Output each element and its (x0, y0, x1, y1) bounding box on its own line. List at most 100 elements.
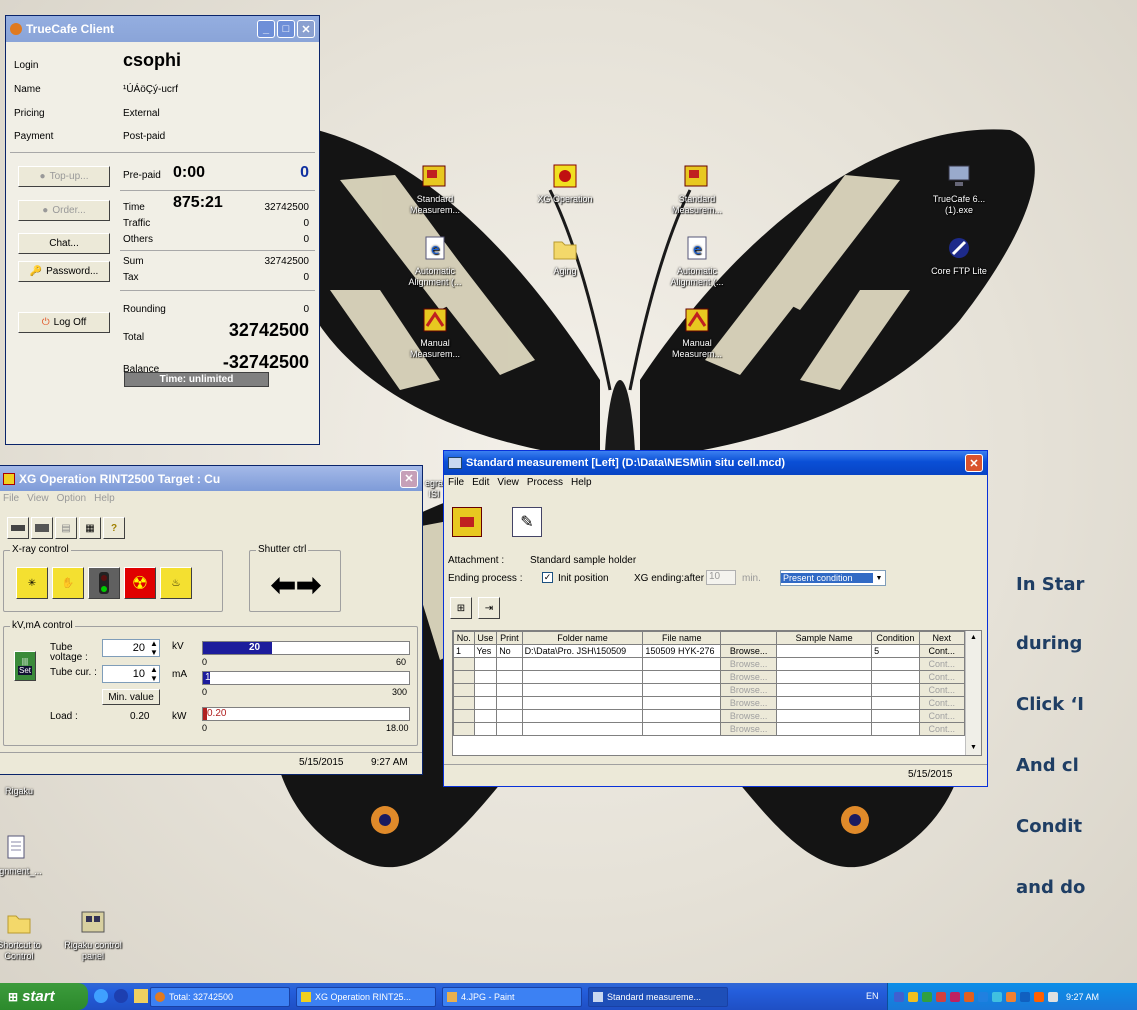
init-position-checkbox[interactable]: ✓ (542, 572, 553, 583)
table-row[interactable]: Browse... Cont... (453, 657, 966, 671)
xg-ending-input[interactable]: 10 (706, 570, 736, 585)
speaker-icon[interactable] (1048, 991, 1058, 1002)
close-button[interactable]: ✕ (965, 454, 983, 472)
media-player-icon[interactable] (114, 989, 128, 1003)
browse-button[interactable]: Browse... (720, 670, 778, 684)
desktop-icon-truecafe-exe[interactable]: TrueCafe 6... (1).exe (922, 160, 996, 216)
browse-button[interactable]: Browse... (720, 644, 778, 658)
scroll-up-icon[interactable]: ▲ (966, 631, 981, 645)
table-row[interactable]: Browse... Cont... (453, 683, 966, 697)
ie-icon[interactable] (94, 989, 108, 1003)
task-standard-measurement[interactable]: Standard measureme... (588, 987, 728, 1007)
properties-icon[interactable]: ▦ (79, 517, 101, 539)
menu-option[interactable]: Option (57, 493, 86, 504)
desktop-icon-manual-measurement[interactable]: Manual Measurem... (398, 304, 472, 360)
browse-button[interactable]: Browse... (720, 709, 778, 723)
browse-button[interactable]: Browse... (720, 657, 778, 671)
menu-help[interactable]: Help (94, 493, 115, 504)
tree-icon[interactable]: ⊞ (450, 597, 472, 619)
desktop-icon-shortcut-control[interactable]: Shortcut to Control (0, 906, 50, 962)
cont-button[interactable]: Cont... (918, 683, 966, 697)
cooling-icon[interactable]: ♨ (160, 567, 192, 599)
table-row[interactable]: 1 Yes No D:\Data\Pro. JSH\150509 150509 … (453, 644, 966, 658)
tray-icon-11[interactable] (1034, 991, 1044, 1002)
tray-icon-9[interactable] (1006, 991, 1016, 1002)
spinner-icon[interactable]: ▲ ▼ (150, 639, 158, 657)
start-button[interactable]: ⊞ start (0, 983, 88, 1010)
cont-button[interactable]: Cont... (918, 709, 966, 723)
cont-button[interactable]: Cont... (918, 644, 966, 658)
cell-file[interactable]: 150509 HYK-276 (642, 644, 722, 658)
tool-2-icon[interactable] (31, 517, 53, 539)
logoff-button[interactable]: ⏻ Log Off (18, 312, 110, 333)
edit-sheet-icon[interactable]: ✎ (512, 507, 542, 537)
menu-view[interactable]: View (497, 477, 519, 488)
help-icon[interactable]: ? (103, 517, 125, 539)
chat-button[interactable]: Chat... (18, 233, 110, 254)
clock[interactable]: 9:27 AM (1066, 992, 1099, 1002)
tray-icon-4[interactable] (936, 991, 946, 1002)
browse-button[interactable]: Browse... (720, 696, 778, 710)
desktop-icon-core-ftp[interactable]: Core FTP Lite (922, 232, 996, 277)
xray-lamp-icon[interactable]: ✳ (16, 567, 48, 599)
cell-sample[interactable] (776, 644, 873, 658)
shutter-arrows-icon[interactable]: ⬅➡ (260, 567, 332, 603)
cont-button[interactable]: Cont... (918, 670, 966, 684)
desktop-icon-xg-operation[interactable]: XG Operation (528, 160, 602, 205)
topup-button[interactable]: ● Top-up... (18, 166, 110, 187)
cell-use[interactable]: Yes (473, 644, 498, 658)
menu-file[interactable]: File (448, 477, 464, 488)
menu-file[interactable]: File (3, 493, 19, 504)
tray-icon-5[interactable] (950, 991, 960, 1002)
cell-folder[interactable]: D:\Data\Pro. JSH\150509 (521, 644, 644, 658)
cont-button[interactable]: Cont... (918, 657, 966, 671)
tray-icon-2[interactable] (908, 991, 918, 1002)
menu-process[interactable]: Process (527, 477, 563, 488)
desktop-icon-rigaku[interactable]: Rigaku (0, 786, 44, 797)
measurement-tool-icon[interactable] (452, 507, 482, 537)
browse-button[interactable]: Browse... (720, 683, 778, 697)
tray-icon-10[interactable] (1020, 991, 1030, 1002)
tool-3-icon[interactable]: ▤ (55, 517, 77, 539)
browse-button[interactable]: Browse... (720, 722, 778, 736)
language-indicator[interactable]: EN (866, 991, 879, 1001)
table-row[interactable]: Browse... Cont... (453, 722, 966, 736)
tray-icon-8[interactable] (992, 991, 1002, 1002)
task-xg-operation[interactable]: XG Operation RINT25... (296, 987, 436, 1007)
close-button[interactable]: ✕ (297, 20, 315, 38)
vertical-scrollbar[interactable]: ▲ ▼ (965, 631, 981, 755)
scroll-down-icon[interactable]: ▼ (966, 741, 981, 755)
cell-condition[interactable]: 5 (871, 644, 920, 658)
order-button[interactable]: ● Order... (18, 200, 110, 221)
truecafe-titlebar[interactable]: TrueCafe Client _ □ ✕ (6, 16, 319, 42)
close-button[interactable]: ✕ (400, 469, 418, 488)
menu-help[interactable]: Help (571, 477, 592, 488)
password-button[interactable]: 🔑 Password... (18, 261, 110, 282)
explorer-icon[interactable] (134, 989, 148, 1003)
tray-icon-7[interactable] (978, 991, 988, 1002)
maximize-button[interactable]: □ (277, 20, 295, 38)
tool-1-icon[interactable] (7, 517, 29, 539)
tray-icon-6[interactable] (964, 991, 974, 1002)
cell-print[interactable]: No (496, 644, 523, 658)
condition-select[interactable]: Present condition ▼ (780, 570, 886, 586)
set-button[interactable]: ||| Set (14, 651, 36, 681)
desktop-icon-automatic-alignment-2[interactable]: e Automatic Alignment (... (660, 232, 734, 288)
desktop-icon-manual-measurement-2[interactable]: Manual Measurem... (660, 304, 734, 360)
tray-icon-1[interactable] (894, 991, 904, 1002)
menu-view[interactable]: View (27, 493, 49, 504)
export-icon[interactable]: ⇥ (478, 597, 500, 619)
min-value-button[interactable]: Min. value (102, 689, 160, 705)
desktop-icon-standard-measurement-2[interactable]: Standard Measurem... (660, 160, 734, 216)
task-paint[interactable]: 4.JPG - Paint (442, 987, 582, 1007)
cont-button[interactable]: Cont... (918, 722, 966, 736)
desktop-icon-automatic-alignment[interactable]: e Automatic Alignment (... (398, 232, 472, 288)
desktop-icon-rigaku-control-panel[interactable]: Rigaku control panel (58, 906, 128, 962)
tray-icon-3[interactable] (922, 991, 932, 1002)
xg-titlebar[interactable]: XG Operation RINT2500 Target : Cu ✕ (0, 466, 422, 491)
table-row[interactable]: Browse... Cont... (453, 670, 966, 684)
spinner-icon[interactable]: ▲ ▼ (150, 665, 158, 683)
traffic-light-icon[interactable] (88, 567, 120, 599)
desktop-icon-standard-measurement[interactable]: Standard Measurem... (398, 160, 472, 216)
desktop-icon-aging[interactable]: Aging (528, 232, 602, 277)
